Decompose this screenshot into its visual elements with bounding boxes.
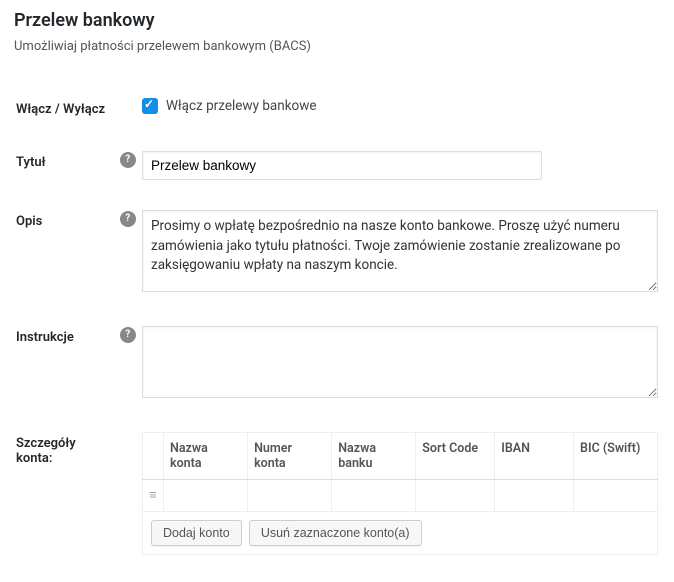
- enable-checkbox-label[interactable]: Włącz przelewy bankowe: [142, 98, 317, 114]
- title-input[interactable]: [142, 151, 542, 180]
- col-iban: IBAN: [495, 433, 574, 480]
- page-title: Przelew bankowy: [14, 10, 660, 31]
- enable-checkbox-text: Włącz przelewy bankowe: [166, 98, 317, 114]
- title-label: Tytuł: [16, 137, 118, 194]
- cell-bank-name[interactable]: [332, 480, 416, 512]
- description-label: Opis: [16, 196, 118, 310]
- description-textarea[interactable]: [142, 210, 658, 292]
- page-subtitle: Umożliwiaj płatności przelewem bankowym …: [14, 39, 660, 54]
- cell-bic[interactable]: [574, 480, 658, 512]
- col-bic: BIC (Swift): [574, 433, 658, 480]
- col-sort-code: Sort Code: [416, 433, 495, 480]
- col-account-name: Nazwa konta: [164, 433, 248, 480]
- col-account-number: Numer konta: [248, 433, 332, 480]
- instructions-textarea[interactable]: [142, 326, 658, 398]
- table-row: ≡: [143, 480, 658, 512]
- col-bank-name: Nazwa banku: [332, 433, 416, 480]
- cell-account-name[interactable]: [164, 480, 248, 512]
- enable-checkbox[interactable]: [142, 98, 158, 114]
- settings-form: Włącz / Wyłącz Włącz przelewy bankowe Ty…: [14, 82, 660, 571]
- help-icon[interactable]: ?: [120, 327, 136, 343]
- accounts-table: Nazwa konta Numer konta Nazwa banku Sort…: [142, 432, 658, 555]
- sort-column-header: [143, 433, 164, 480]
- remove-account-button[interactable]: Usuń zaznaczone konto(a): [249, 520, 422, 546]
- cell-sort-code[interactable]: [416, 480, 495, 512]
- cell-account-number[interactable]: [248, 480, 332, 512]
- help-icon[interactable]: ?: [120, 152, 136, 168]
- drag-handle-icon[interactable]: ≡: [143, 480, 164, 512]
- add-account-button[interactable]: Dodaj konto: [151, 520, 242, 546]
- instructions-label: Instrukcje: [16, 312, 118, 416]
- accounts-label: Szczegóły konta:: [16, 418, 118, 569]
- help-icon[interactable]: ?: [120, 211, 136, 227]
- enable-label: Włącz / Wyłącz: [16, 84, 118, 135]
- cell-iban[interactable]: [495, 480, 574, 512]
